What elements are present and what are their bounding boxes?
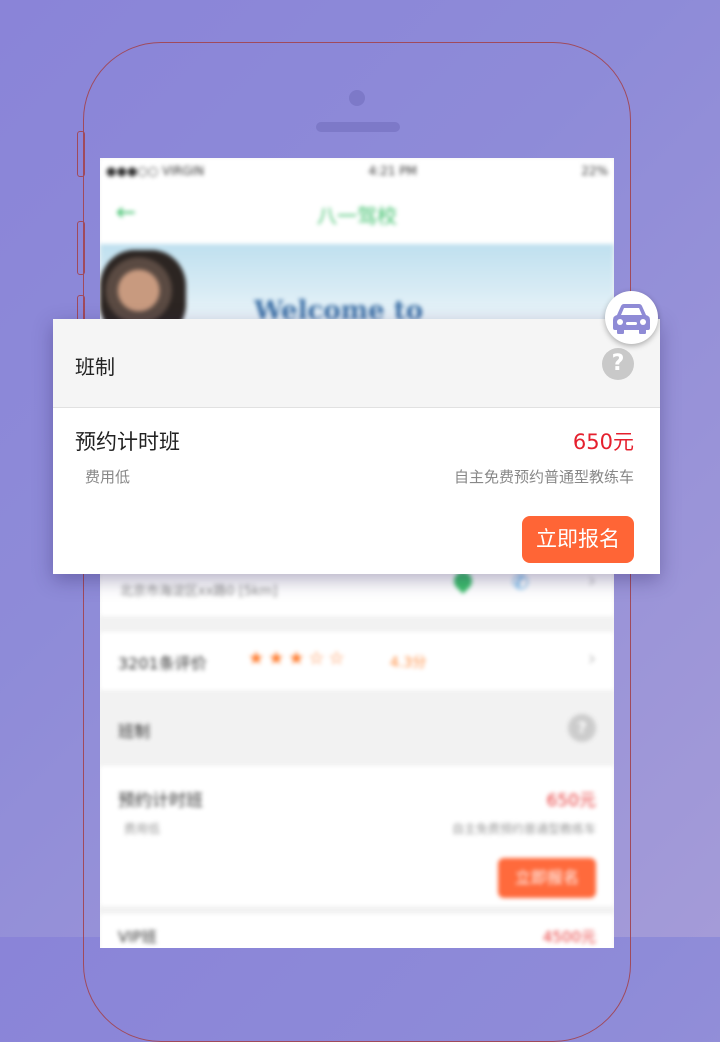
status-bar: ●●●○○ VIRGIN 4:21 PM 22%: [100, 158, 614, 184]
carrier-label: ●●●○○ VIRGIN: [106, 164, 205, 178]
battery-label: 22%: [581, 164, 608, 178]
class-name: 预约计时班: [75, 430, 180, 454]
car-icon: [605, 291, 658, 344]
class-description: 自主免费预约普通型教练车: [453, 468, 634, 486]
bg-class-item: 预约计时班 650元 费用低 自主免费预约普通型教练车 立即报名: [100, 766, 614, 906]
popup-section-title: 班制: [75, 355, 115, 379]
bg-section-title: 班制: [118, 722, 151, 741]
class-type-popup-card: 班制 ? 预约计时班 650元 费用低 自主免费预约普通型教练车 立即报名: [53, 319, 660, 574]
bg-class-price: 650元: [546, 791, 596, 811]
bg-class-tag: 费用低: [124, 822, 161, 836]
chevron-right-icon: ›: [588, 646, 596, 670]
mute-switch: [77, 131, 85, 177]
review-count: 3201条评价: [118, 654, 207, 673]
reviews-row[interactable]: 3201条评价 ★★★☆☆ 4.3分 ›: [100, 632, 614, 690]
front-camera: [349, 90, 365, 106]
bg-class-description: 自主免费预约普通型教练车: [451, 822, 596, 836]
rating-stars: ★★★☆☆: [248, 648, 349, 669]
rating-score: 4.3分: [390, 655, 427, 671]
volume-up-button: [77, 221, 85, 275]
enroll-now-button[interactable]: 立即报名: [522, 516, 634, 563]
bg-question-icon[interactable]: ?: [568, 714, 596, 742]
bg-enroll-button[interactable]: 立即报名: [498, 858, 596, 898]
clock: 4:21 PM: [368, 164, 417, 178]
class-price: 650元: [572, 430, 634, 454]
bg-class-name: 预约计时班: [118, 791, 203, 811]
nav-bar: ← 八一驾校: [100, 184, 614, 244]
popup-header: 班制 ?: [53, 319, 660, 408]
address-text: 北京市海淀区xx路0 [5km]: [120, 584, 278, 599]
question-icon[interactable]: ?: [602, 348, 634, 380]
class-tag: 费用低: [85, 468, 131, 486]
earpiece-speaker: [316, 122, 400, 132]
school-banner: Welcome to: [100, 244, 614, 340]
bg-next-class-item: VIP班 4500元: [100, 914, 614, 948]
page-title: 八一驾校: [317, 203, 397, 228]
back-arrow-icon[interactable]: ←: [116, 198, 136, 226]
